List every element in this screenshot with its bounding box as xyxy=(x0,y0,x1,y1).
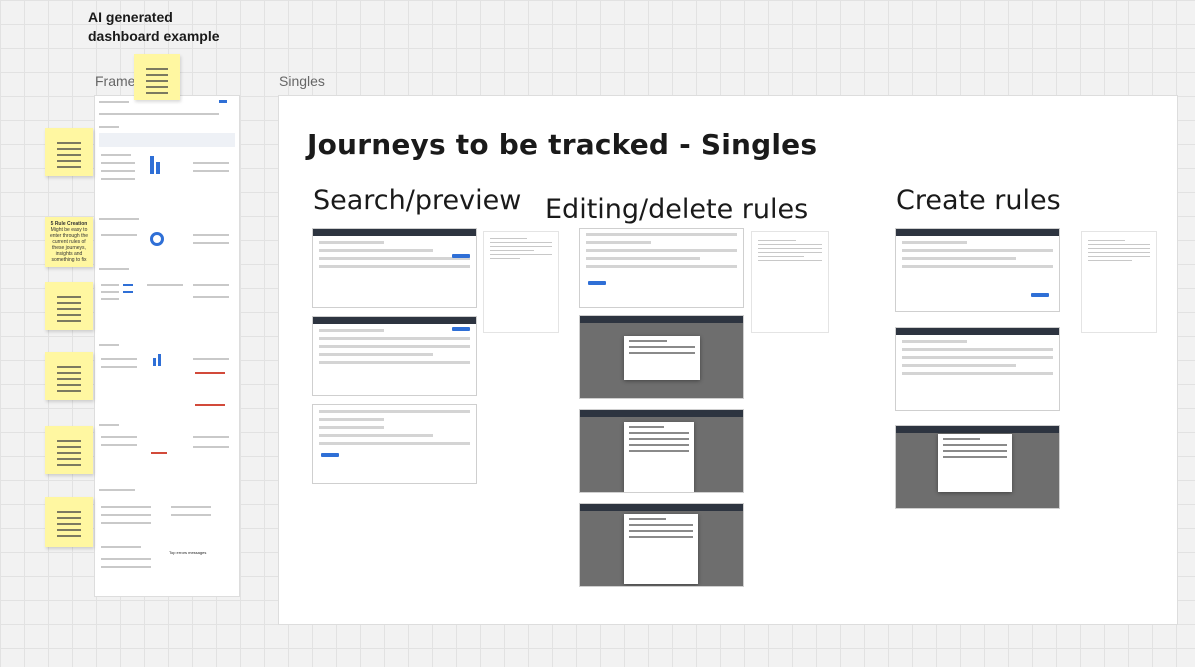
edit-notes-doc[interactable] xyxy=(752,232,828,332)
create-screenshot-1[interactable] xyxy=(896,229,1059,311)
frame4-dashboard[interactable]: Top errors messages xyxy=(95,96,239,596)
sticky-note-2[interactable] xyxy=(45,282,93,330)
singles-frame-label[interactable]: Singles xyxy=(279,73,325,89)
singles-heading: Journeys to be tracked - Singles xyxy=(307,128,818,161)
sticky-note-4[interactable] xyxy=(45,426,93,474)
create-screenshot-modal[interactable] xyxy=(896,426,1059,508)
search-notes-doc[interactable] xyxy=(484,232,558,332)
edit-screenshot-modal-3[interactable] xyxy=(580,504,743,586)
sticky-note-1[interactable] xyxy=(45,128,93,176)
create-notes-doc[interactable] xyxy=(1082,232,1156,332)
sticky-note-3[interactable] xyxy=(45,352,93,400)
sticky-note-rule-creation[interactable]: 5 Rule Creation Might be easy to enter t… xyxy=(45,217,93,267)
edit-screenshot-modal-2[interactable] xyxy=(580,410,743,492)
edit-screenshot-modal-1[interactable] xyxy=(580,316,743,398)
sticky-rule-creation-body: Might be easy to enter through the curre… xyxy=(49,227,89,263)
search-screenshot-1[interactable] xyxy=(313,229,476,307)
create-screenshot-2[interactable] xyxy=(896,328,1059,410)
board-title-line-1: AI generated xyxy=(88,9,173,25)
sticky-note-5[interactable] xyxy=(45,497,93,547)
search-screenshot-3[interactable] xyxy=(313,405,476,483)
board-title: AI generated dashboard example xyxy=(88,8,220,46)
column-heading-create: Create rules xyxy=(896,185,1061,216)
frame4-bottom-note: Top errors messages xyxy=(169,550,207,555)
board-title-line-2: dashboard example xyxy=(88,28,220,44)
search-screenshot-2[interactable] xyxy=(313,317,476,395)
column-heading-edit: Editing/delete rules xyxy=(545,194,809,225)
sticky-note-top[interactable] xyxy=(134,54,180,100)
column-heading-search: Search/preview xyxy=(313,185,522,216)
edit-screenshot-1[interactable] xyxy=(580,229,743,307)
